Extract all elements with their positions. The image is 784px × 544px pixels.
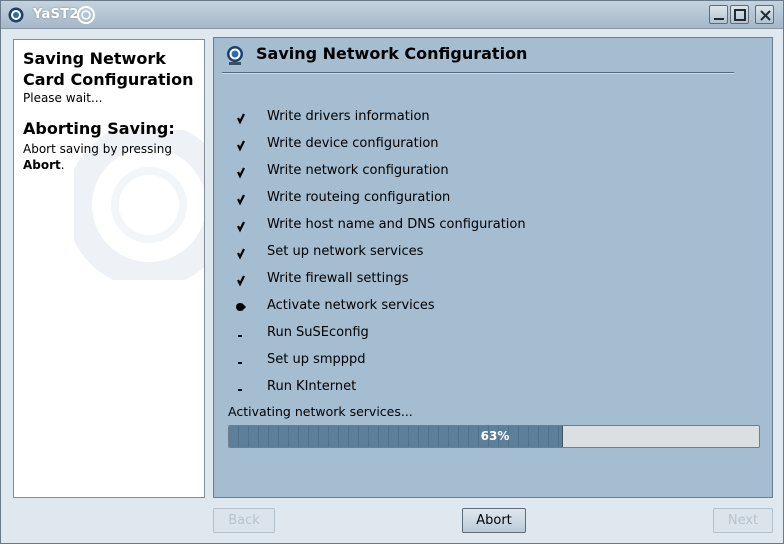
step-item: Write firewall settings	[214, 269, 734, 289]
arrow-icon	[234, 299, 248, 313]
dash-icon	[234, 380, 248, 394]
check-icon	[234, 164, 248, 179]
step-label: Write host name and DNS configuration	[267, 217, 526, 232]
yast-window: YaST2 Saving Network Card Configuration …	[0, 0, 784, 544]
swirl-icon	[75, 4, 97, 26]
step-item: Write drivers information	[214, 107, 734, 127]
step-item: Write host name and DNS configuration	[214, 215, 734, 235]
content-panel: Saving Network Configuration Write drive…	[213, 37, 773, 498]
step-item: Write device configuration	[214, 134, 734, 154]
help-body-prefix: Abort saving by pressing	[23, 142, 172, 156]
back-button[interactable]: Back	[213, 508, 275, 533]
help-panel: Saving Network Card Configuration Please…	[13, 39, 205, 498]
check-icon	[234, 191, 248, 206]
window-title: YaST2	[33, 7, 79, 22]
check-icon	[234, 110, 248, 125]
status-text: Activating network services...	[228, 404, 413, 419]
check-icon	[234, 272, 248, 287]
help-body: Abort saving by pressing Abort.	[23, 141, 201, 173]
title-divider	[222, 72, 734, 74]
network-icon	[224, 44, 246, 66]
check-icon	[234, 218, 248, 233]
step-item: Write routeing configuration	[214, 188, 734, 208]
check-icon	[234, 245, 248, 260]
step-item: Set up smpppd	[214, 350, 734, 370]
step-label: Write drivers information	[267, 109, 430, 124]
help-body-bold: Abort	[23, 158, 61, 172]
maximize-button[interactable]	[730, 5, 749, 24]
next-button[interactable]: Next	[713, 508, 773, 533]
step-item: Activate network services	[214, 296, 734, 316]
step-label: Write network configuration	[267, 163, 449, 178]
step-label: Write routeing configuration	[267, 190, 451, 205]
yast-icon	[7, 6, 25, 24]
help-body-suffix: .	[60, 158, 65, 172]
help-wait-text: Please wait...	[23, 91, 103, 105]
minimize-button[interactable]	[709, 5, 728, 24]
content-title: Saving Network Configuration	[256, 44, 528, 63]
abort-button[interactable]: Abort	[462, 508, 526, 533]
progress-bar: 63%	[228, 425, 760, 448]
step-label: Write firewall settings	[267, 271, 409, 286]
step-item: Run KInternet	[214, 377, 734, 397]
step-label: Activate network services	[267, 298, 435, 313]
progress-label: 63%	[480, 429, 510, 443]
step-label: Set up smpppd	[267, 352, 366, 367]
step-label: Write device configuration	[267, 136, 439, 151]
step-item: Run SuSEconfig	[214, 323, 734, 343]
close-button[interactable]	[755, 5, 774, 24]
dash-icon	[234, 353, 248, 367]
title-bar[interactable]: YaST2	[1, 1, 783, 29]
step-label: Run KInternet	[267, 379, 357, 394]
help-title: Saving Network Card Configuration	[23, 49, 194, 89]
step-label: Set up network services	[267, 244, 424, 259]
help-subtitle: Aborting Saving:	[23, 119, 175, 138]
step-label: Run SuSEconfig	[267, 325, 369, 340]
check-icon	[234, 137, 248, 152]
step-item: Set up network services	[214, 242, 734, 262]
step-item: Write network configuration	[214, 161, 734, 181]
dash-icon	[234, 326, 248, 340]
